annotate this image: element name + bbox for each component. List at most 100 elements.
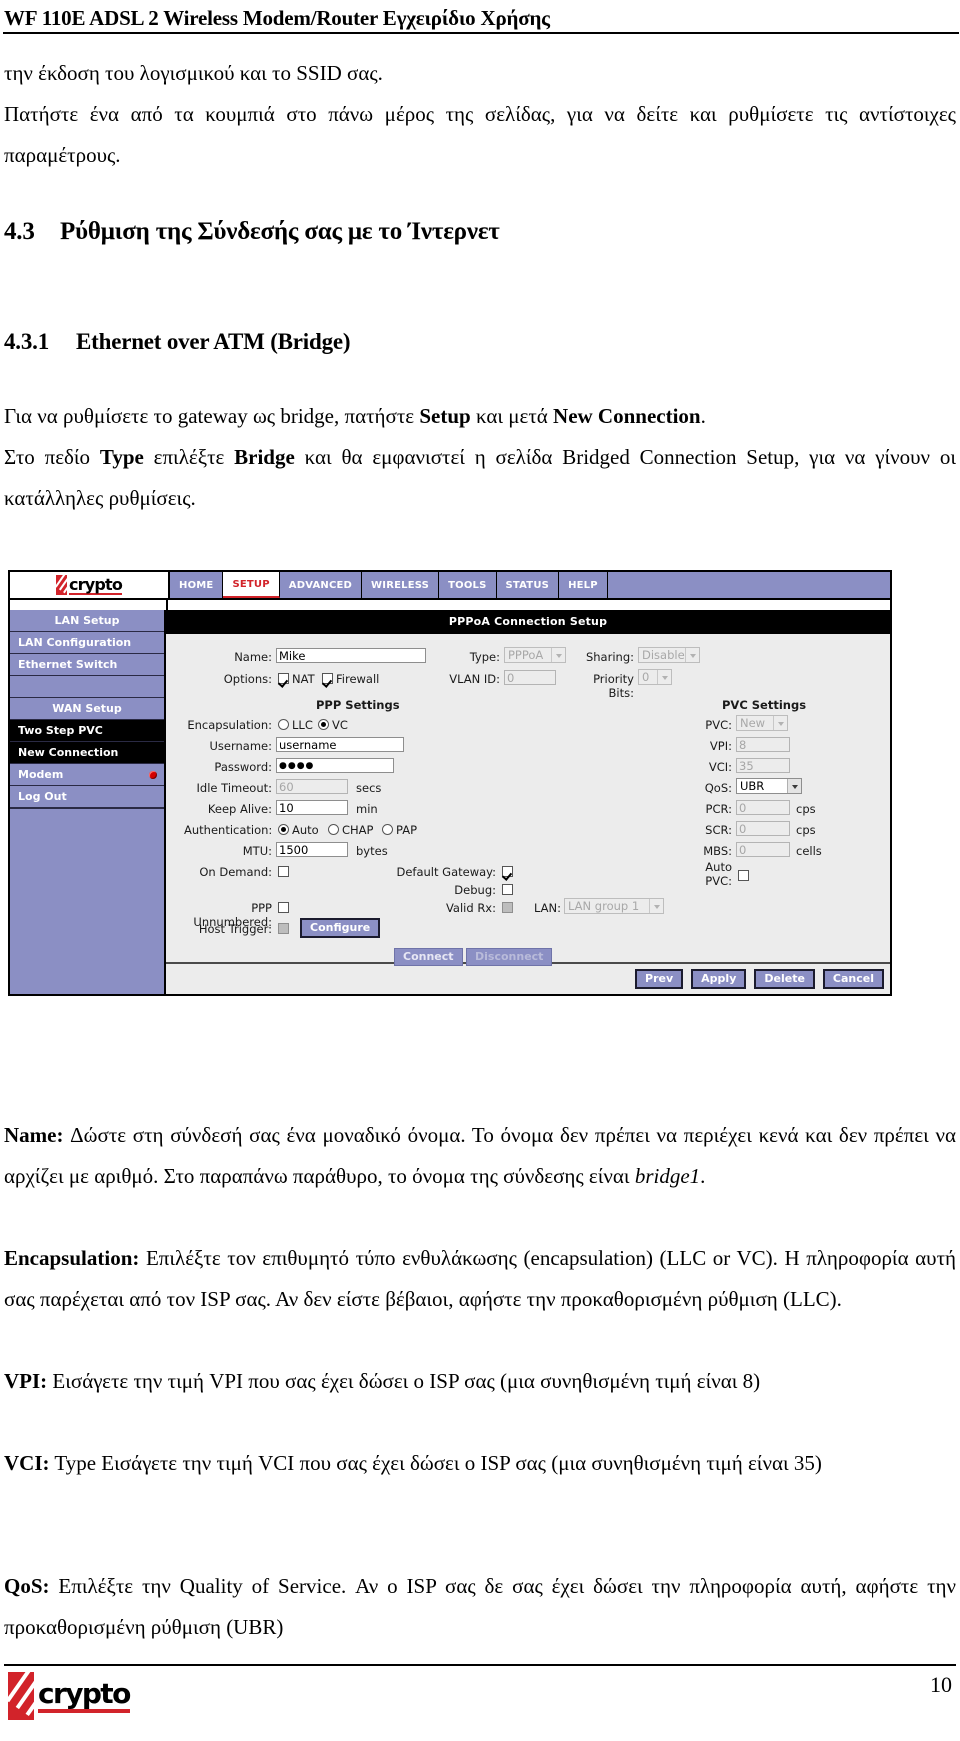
note-vci: VCI: Type Εισάγετε την τιμή VCI που σας … xyxy=(4,1443,956,1484)
auth-pap-radio[interactable] xyxy=(382,824,393,835)
auth-chap-radio[interactable] xyxy=(328,824,339,835)
document-title: WF 110E ADSL 2 Wireless Modem/Router Εγχ… xyxy=(4,6,550,30)
page-header: WF 110E ADSL 2 Wireless Modem/Router Εγχ… xyxy=(0,6,960,34)
cancel-button[interactable]: Cancel xyxy=(822,969,884,989)
password-input[interactable]: ●●●● xyxy=(276,758,394,773)
vci-input[interactable]: 35 xyxy=(736,758,790,773)
type-label: Type: xyxy=(469,650,500,664)
sidebar-item-wan-setup: WAN Setup xyxy=(10,698,164,720)
default-gateway-checkbox[interactable] xyxy=(502,866,513,877)
chevron-down-icon xyxy=(685,648,699,662)
idle-timeout-label: Idle Timeout: xyxy=(196,781,272,795)
mbs-input[interactable]: 0 xyxy=(736,842,790,857)
password-label: Password: xyxy=(214,760,272,774)
gap-right xyxy=(168,600,890,610)
note-name-text-a: Δώστε στη σύνδεσή σας ένα μοναδικό όνομα… xyxy=(4,1123,956,1188)
note-encapsulation: Encapsulation: Επιλέξτε τον επιθυμητό τύ… xyxy=(4,1238,956,1320)
idle-timeout-input[interactable]: 60 xyxy=(276,779,348,794)
lan-group-select[interactable]: LAN group 1 xyxy=(564,898,664,914)
sidebar-item-modem[interactable]: Modem xyxy=(10,764,164,786)
note-vpi-text: Εισάγετε την τιμή VPI που σας έχει δώσει… xyxy=(47,1369,761,1393)
sidebar-item-two-step-pvc[interactable]: Two Step PVC xyxy=(10,720,164,742)
tab-wireless[interactable]: WIRELESS xyxy=(362,572,440,598)
note-qos: QoS: Επιλέξτε την Quality of Service. Αν… xyxy=(4,1566,956,1648)
connection-form: Name: Mike Type: PPPoA Sharing: Disable … xyxy=(166,634,890,966)
host-trigger-label: Host Trigger: xyxy=(198,922,272,936)
qos-select-value: UBR xyxy=(740,779,765,793)
disconnect-button[interactable]: Disconnect xyxy=(466,948,553,966)
tab-setup[interactable]: SETUP xyxy=(223,572,280,598)
vlan-id-input[interactable]: 0 xyxy=(504,670,556,685)
configure-button[interactable]: Configure xyxy=(300,918,381,938)
qos-select[interactable]: UBR xyxy=(736,778,802,794)
router-admin-screenshot: crypto HOME SETUP ADVANCED WIRELESS TOOL… xyxy=(8,570,892,1000)
connect-button[interactable]: Connect xyxy=(394,948,463,966)
pvc-select[interactable]: New xyxy=(736,715,788,731)
sidebar-item-lan-setup: LAN Setup xyxy=(10,610,164,632)
mbs-unit: cells xyxy=(796,844,822,858)
sidebar-item-lan-configuration[interactable]: LAN Configuration xyxy=(10,632,164,654)
intro-line-2: Πατήστε ένα από τα κουμπιά στο πάνω μέρο… xyxy=(4,94,956,176)
pvc-settings-title: PVC Settings xyxy=(722,698,807,712)
valid-rx-label: Valid Rx: xyxy=(445,901,496,915)
p2-bold-bridge: Bridge xyxy=(234,445,295,469)
sidebar-item-log-out[interactable]: Log Out xyxy=(10,786,164,808)
encapsulation-label: Encapsulation: xyxy=(187,718,272,732)
delete-button[interactable]: Delete xyxy=(754,969,815,989)
tab-help[interactable]: HELP xyxy=(559,572,608,598)
firewall-checkbox[interactable] xyxy=(322,673,333,684)
pvc-label: PVC: xyxy=(705,718,732,732)
chevron-down-icon xyxy=(551,648,565,662)
chevron-down-icon xyxy=(787,779,801,793)
page-footer: crypto 10 xyxy=(0,1664,960,1730)
encapsulation-llc-label: LLC xyxy=(292,718,313,732)
router-nav-tabs: HOME SETUP ADVANCED WIRELESS TOOLS STATU… xyxy=(170,572,890,598)
paragraph-1: Για να ρυθμίσετε το gateway ως bridge, π… xyxy=(4,396,956,437)
encapsulation-llc-radio[interactable] xyxy=(278,719,289,730)
paragraph-2: Στο πεδίο Type επιλέξτε Bridge και θα εμ… xyxy=(4,437,956,519)
name-input[interactable]: Mike xyxy=(276,648,426,663)
sharing-select[interactable]: Disable xyxy=(638,647,700,663)
crypto-logo-icon xyxy=(8,1672,34,1720)
apply-button[interactable]: Apply xyxy=(691,969,747,989)
priority-bits-select[interactable]: 0 xyxy=(638,669,672,685)
sharing-label: Sharing: xyxy=(585,650,634,664)
auto-pvc-checkbox[interactable] xyxy=(738,870,749,881)
ppp-unnumbered-checkbox[interactable] xyxy=(278,902,289,913)
sidebar-item-ethernet-switch[interactable]: Ethernet Switch xyxy=(10,654,164,676)
note-name-label: Name: xyxy=(4,1123,64,1147)
tab-status[interactable]: STATUS xyxy=(496,572,560,598)
debug-label: Debug: xyxy=(454,883,496,897)
vpi-input[interactable]: 8 xyxy=(736,737,790,752)
lan-group-value: LAN group 1 xyxy=(568,899,640,913)
sidebar-item-new-connection[interactable]: New Connection xyxy=(10,742,164,764)
sidebar-spacer xyxy=(10,676,164,698)
auth-auto-label: Auto xyxy=(292,823,319,837)
encapsulation-vc-radio[interactable] xyxy=(318,719,329,730)
nat-checkbox[interactable] xyxy=(278,673,289,684)
on-demand-checkbox[interactable] xyxy=(278,866,289,877)
type-select[interactable]: PPPoA xyxy=(504,647,566,663)
keep-alive-input[interactable]: 10 xyxy=(276,800,348,815)
prev-button[interactable]: Prev xyxy=(635,969,684,989)
pcr-label: PCR: xyxy=(705,802,732,816)
vci-label: VCI: xyxy=(708,760,732,774)
tab-home[interactable]: HOME xyxy=(170,572,224,598)
tab-tools[interactable]: TOOLS xyxy=(439,572,497,598)
router-sidebar: LAN Setup LAN Configuration Ethernet Swi… xyxy=(10,610,166,994)
tab-advanced[interactable]: ADVANCED xyxy=(279,572,363,598)
ppp-settings-title: PPP Settings xyxy=(316,698,400,712)
mtu-input[interactable]: 1500 xyxy=(276,842,348,857)
priority-bits-label: Priority Bits: xyxy=(593,672,634,700)
keep-alive-unit: min xyxy=(356,802,378,816)
subsection-number: 4.3.1 xyxy=(4,329,50,354)
debug-checkbox[interactable] xyxy=(502,884,513,895)
scr-input[interactable]: 0 xyxy=(736,821,790,836)
p1-part-d: . xyxy=(700,404,706,428)
note-encap-text: Επιλέξτε τον επιθυμητό τύπο ενθυλάκωσης … xyxy=(4,1246,956,1311)
auth-auto-radio[interactable] xyxy=(278,824,289,835)
username-input[interactable]: username xyxy=(276,737,404,752)
pcr-input[interactable]: 0 xyxy=(736,800,790,815)
mtu-unit: bytes xyxy=(356,844,388,858)
options-label: Options: xyxy=(223,672,272,686)
